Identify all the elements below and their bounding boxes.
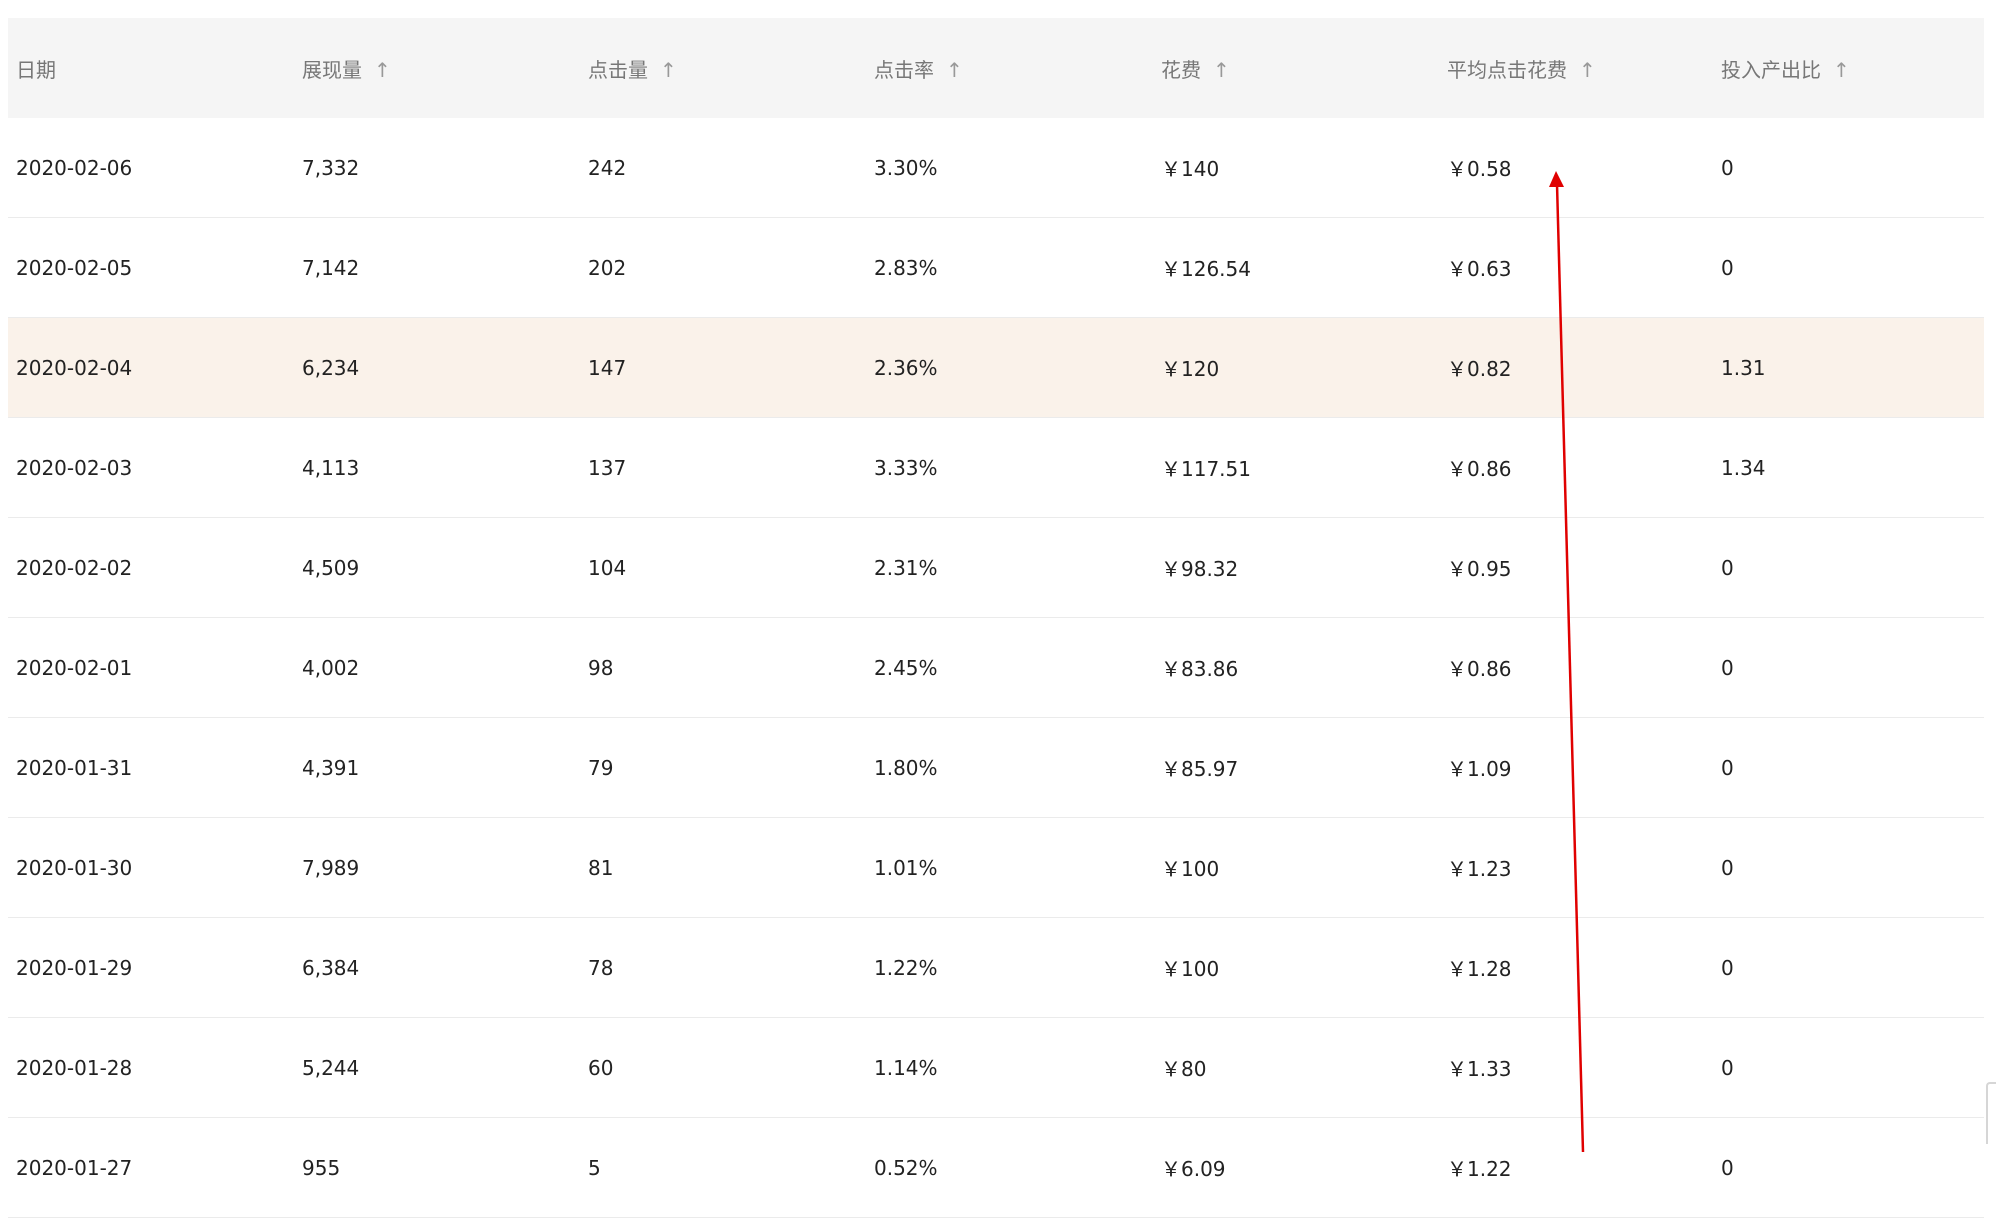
annotation-overlay (1549, 171, 1585, 1153)
trend-arrow-head (1549, 171, 1564, 187)
trend-arrow-line (1555, 183, 1585, 1153)
